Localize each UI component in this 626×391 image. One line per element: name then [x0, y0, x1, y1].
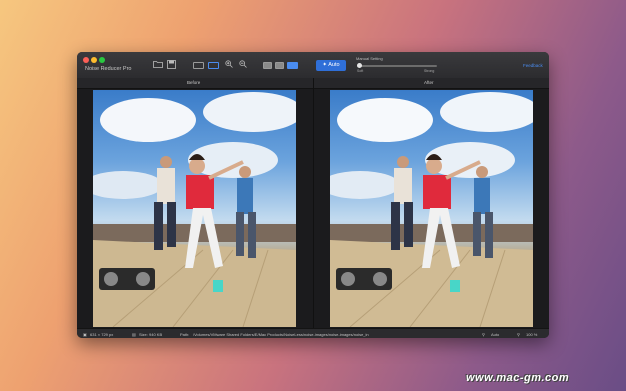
layout-stack-button[interactable]	[275, 62, 284, 69]
auto-status-icon: ⚲	[482, 332, 485, 337]
minimize-button[interactable]	[91, 57, 97, 63]
strength-slider-track[interactable]	[357, 65, 437, 67]
zoom-in-icon[interactable]	[225, 60, 233, 71]
auto-status-label[interactable]: Auto	[491, 332, 499, 337]
dimensions-icon: ▣	[83, 332, 87, 337]
image-dimensions: 631 × 729 px	[90, 332, 114, 337]
zoom-level[interactable]: 100 %	[526, 332, 537, 337]
zoom-status-icon: ⚲	[517, 332, 520, 337]
file-size: Size: 940 KB	[139, 332, 163, 337]
feedback-link[interactable]: Feedback	[523, 63, 543, 68]
slider-max-label: Strong	[424, 69, 435, 73]
pane-divider[interactable]	[313, 78, 314, 328]
layout-side-button[interactable]	[263, 62, 272, 69]
file-path: /Volumes/VMware Shared Folders/E/Mac Pro…	[193, 332, 369, 337]
manual-setting-label: Manual Setting	[356, 56, 383, 61]
slider-min-label: Soft	[357, 69, 364, 73]
view-single-button[interactable]	[193, 62, 204, 69]
zoom-button[interactable]	[99, 57, 105, 63]
app-window: Noise Reducer Pro ✦ Auto Manual Setting …	[77, 52, 549, 338]
toolbar: Noise Reducer Pro ✦ Auto Manual Setting …	[77, 52, 549, 79]
status-bar: ▣ 631 × 729 px ▤ Size: 940 KB Path: /Vol…	[77, 328, 549, 338]
before-label: Before	[187, 80, 201, 85]
wand-icon: ✦	[322, 62, 328, 68]
zoom-out-icon[interactable]	[239, 60, 247, 71]
after-label: After	[424, 80, 434, 85]
watermark-text: www.mac-gm.com	[466, 372, 570, 384]
close-button[interactable]	[83, 57, 89, 63]
file-size-icon: ▤	[132, 332, 136, 337]
auto-button[interactable]: ✦ Auto	[316, 60, 346, 71]
before-image[interactable]	[93, 90, 296, 327]
view-split-button[interactable]	[208, 62, 219, 69]
after-image[interactable]	[330, 90, 533, 327]
save-icon[interactable]	[167, 60, 176, 72]
auto-button-label: Auto	[328, 62, 340, 68]
strength-slider-knob[interactable]	[357, 63, 362, 68]
path-label: Path:	[180, 332, 190, 337]
layout-compare-button[interactable]	[287, 62, 298, 69]
folder-icon[interactable]	[153, 60, 163, 71]
window-title: Noise Reducer Pro	[85, 66, 132, 72]
